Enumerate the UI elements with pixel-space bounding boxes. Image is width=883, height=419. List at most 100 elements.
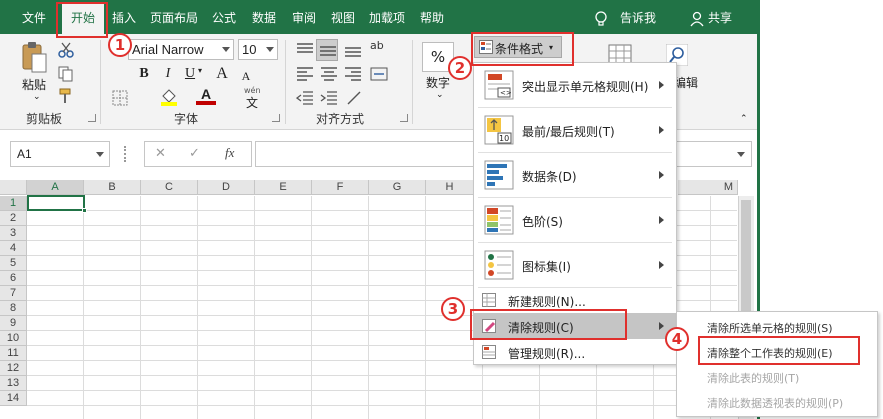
menu-item-top-bottom-rules[interactable]: 10 最前/最后规则(T): [474, 108, 676, 152]
align-middle-button[interactable]: [316, 39, 338, 61]
row-header[interactable]: 7: [0, 286, 27, 301]
grow-font-button[interactable]: A: [212, 64, 232, 84]
row-header[interactable]: 2: [0, 211, 27, 226]
phonetic-button[interactable]: 文: [246, 94, 258, 111]
cancel-icon[interactable]: ✕: [155, 146, 166, 161]
align-bottom-icon[interactable]: [344, 42, 362, 58]
shrink-font-button[interactable]: A: [236, 66, 256, 86]
data-bars-icon: [484, 160, 514, 190]
chevron-right-icon: [659, 216, 664, 224]
align-left-icon[interactable]: [296, 66, 314, 82]
row-header[interactable]: 10: [0, 331, 27, 346]
font-size-combobox[interactable]: 10: [238, 39, 278, 60]
clipboard-launcher[interactable]: [88, 114, 96, 122]
row-header[interactable]: 8: [0, 301, 27, 316]
share-button[interactable]: 共享: [690, 0, 750, 34]
row-header[interactable]: 12: [0, 361, 27, 376]
highlight-cells-icon: <>: [484, 70, 514, 100]
row-header[interactable]: 11: [0, 346, 27, 361]
tab-view[interactable]: 视图: [331, 0, 355, 34]
tab-file[interactable]: 文件: [22, 0, 46, 34]
align-right-icon[interactable]: [344, 66, 362, 82]
menu-item-color-scales[interactable]: 色阶(S): [474, 198, 676, 242]
column-header[interactable]: C: [141, 180, 198, 195]
new-rule-icon: [482, 293, 496, 307]
format-painter-icon[interactable]: [58, 88, 74, 104]
menu-item-manage-rules[interactable]: 管理规则(R)...: [474, 340, 676, 364]
lightbulb-icon: [595, 11, 607, 26]
paste-dropdown-caret[interactable]: ⌄: [33, 92, 41, 102]
row-header[interactable]: 14: [0, 391, 27, 406]
tab-formulas[interactable]: 公式: [212, 0, 236, 34]
number-dropdown-caret[interactable]: ⌄: [436, 90, 444, 100]
annotation-badge-3: 3: [441, 297, 465, 321]
column-header[interactable]: G: [369, 180, 426, 195]
row-header[interactable]: 5: [0, 256, 27, 271]
select-all-corner[interactable]: [0, 180, 27, 195]
tab-data[interactable]: 数据: [252, 0, 276, 34]
tab-page-layout[interactable]: 页面布局: [150, 0, 198, 34]
column-header[interactable]: A: [27, 180, 84, 195]
column-header[interactable]: D: [198, 180, 255, 195]
font-color-button[interactable]: A: [196, 86, 216, 105]
annotation-box-home-tab: [56, 2, 108, 38]
font-launcher[interactable]: [272, 114, 280, 122]
chevron-down-icon[interactable]: [737, 152, 745, 157]
row-header[interactable]: 4: [0, 241, 27, 256]
collapse-ribbon-caret[interactable]: ⌃: [740, 114, 748, 124]
merge-center-icon[interactable]: [370, 66, 388, 82]
menu-item-data-bars[interactable]: 数据条(D): [474, 153, 676, 197]
menu-item-highlight-cells-rules[interactable]: <> 突出显示单元格规则(H): [474, 63, 676, 107]
fill-handle[interactable]: [82, 208, 87, 213]
submenu-item-clear-this-table: 清除此表的规则(T): [707, 372, 800, 385]
annotation-badge-4: 4: [665, 327, 689, 351]
paste-icon[interactable]: [20, 40, 48, 74]
name-box[interactable]: A1: [10, 141, 110, 167]
cut-icon[interactable]: [58, 42, 74, 58]
orientation-icon[interactable]: [346, 90, 364, 106]
submenu-item-clear-selected-cells[interactable]: 清除所选单元格的规则(S): [707, 320, 833, 336]
copy-icon[interactable]: [58, 66, 74, 82]
svg-text:10: 10: [499, 134, 509, 143]
bold-button[interactable]: B: [134, 64, 154, 84]
chevron-right-icon: [659, 171, 664, 179]
menu-item-label: 突出显示单元格规则(H): [522, 80, 649, 94]
menu-item-icon-sets[interactable]: 图标集(I): [474, 243, 676, 287]
column-header[interactable]: M: [678, 180, 738, 195]
align-top-icon[interactable]: [296, 42, 314, 58]
tab-insert[interactable]: 插入: [112, 0, 136, 34]
row-header[interactable]: 6: [0, 271, 27, 286]
wrap-text-icon[interactable]: ab: [370, 39, 384, 52]
underline-button[interactable]: U: [180, 64, 200, 84]
underline-dropdown-caret[interactable]: ▾: [198, 66, 202, 75]
chevron-right-icon: [659, 81, 664, 89]
tab-addins[interactable]: 加载项: [369, 0, 405, 34]
insert-function-icon[interactable]: fx: [225, 145, 234, 161]
column-header[interactable]: H: [426, 180, 474, 195]
decrease-indent-icon[interactable]: [296, 90, 314, 106]
fill-color-icon[interactable]: [160, 88, 178, 106]
borders-icon[interactable]: [112, 90, 128, 106]
annotation-badge-1: 1: [108, 33, 132, 57]
confirm-icon[interactable]: ✓: [189, 146, 200, 161]
align-center-icon[interactable]: [320, 66, 338, 82]
font-name-value: Arial Narrow: [132, 42, 204, 57]
italic-button[interactable]: I: [158, 64, 178, 84]
row-header[interactable]: 3: [0, 226, 27, 241]
selected-cell[interactable]: [27, 195, 85, 211]
tab-help[interactable]: 帮助: [420, 0, 444, 34]
row-header[interactable]: 1: [0, 196, 27, 211]
column-header[interactable]: F: [312, 180, 369, 195]
formula-bar-grip[interactable]: [124, 146, 127, 162]
column-header[interactable]: B: [84, 180, 141, 195]
alignment-launcher[interactable]: [400, 114, 408, 122]
row-header[interactable]: 13: [0, 376, 27, 391]
column-header[interactable]: E: [255, 180, 312, 195]
font-size-value: 10: [242, 42, 257, 57]
tell-me-button[interactable]: 告诉我: [594, 0, 664, 34]
paste-label[interactable]: 粘贴: [22, 76, 46, 93]
row-header[interactable]: 9: [0, 316, 27, 331]
tab-review[interactable]: 审阅: [292, 0, 316, 34]
increase-indent-icon[interactable]: [320, 90, 338, 106]
font-name-combobox[interactable]: Arial Narrow: [128, 39, 234, 60]
